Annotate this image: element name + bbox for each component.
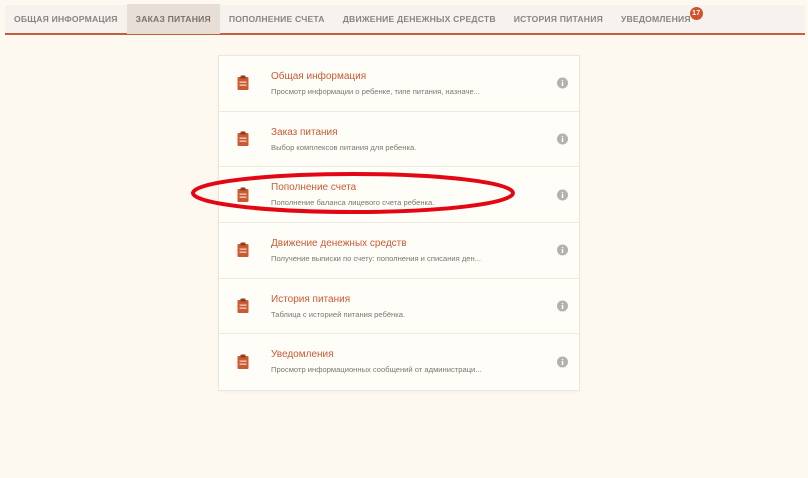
menu-item-title: Движение денежных средств (271, 238, 407, 250)
info-icon[interactable] (557, 77, 568, 89)
menu-item-title: Пополнение счета (271, 182, 357, 194)
menu-item-title: Уведомления (271, 349, 334, 361)
clipboard-icon (237, 298, 249, 314)
tab-bar: ОБЩАЯ ИНФОРМАЦИЯ ЗАКАЗ ПИТАНИЯ ПОПОЛНЕНИ… (5, 4, 805, 35)
menu-item-account-topup[interactable]: Пополнение счета Пополнение баланса лице… (219, 167, 579, 224)
tab-cash-flow[interactable]: ДВИЖЕНИЕ ДЕНЕЖНЫХ СРЕДСТВ (334, 4, 505, 34)
info-icon[interactable] (557, 189, 568, 201)
menu-item-description: Просмотр информации о ребенке, типе пита… (271, 87, 481, 96)
menu-item-title: Заказ питания (271, 126, 338, 138)
tab-account-topup[interactable]: ПОПОЛНЕНИЕ СЧЕТА (220, 4, 334, 34)
tab-food-order[interactable]: ЗАКАЗ ПИТАНИЯ (126, 4, 220, 34)
menu-item-description: Таблица с историей питания ребёнка. (271, 309, 406, 319)
menu-item-description: Получение выписки по счету: пополнения и… (271, 254, 482, 264)
tab-notifications-label: УВЕДОМЛЕНИЯ (620, 14, 691, 24)
menu-item-description: Выбор комплексов питания для ребенка. (271, 142, 417, 152)
clipboard-icon (237, 354, 249, 370)
menu-item-food-order[interactable]: Заказ питания Выбор комплексов питания д… (219, 111, 579, 168)
menu-item-cash-flow[interactable]: Движение денежных средств Получение выпи… (219, 223, 579, 279)
menu-item-text: Общая информация Просмотр информации о р… (271, 70, 539, 97)
clipboard-icon (237, 75, 249, 91)
tab-food-history[interactable]: ИСТОРИЯ ПИТАНИЯ (505, 4, 612, 34)
menu-item-title: История питания (271, 293, 351, 305)
section-menu: Общая информация Просмотр информации о р… (218, 55, 580, 392)
info-icon[interactable] (557, 244, 568, 256)
menu-item-text: История питания Таблица с историей питан… (271, 293, 539, 320)
info-icon[interactable] (557, 300, 568, 312)
tab-notifications[interactable]: УВЕДОМЛЕНИЯ 17 (612, 4, 705, 34)
notification-count-badge: 17 (689, 7, 703, 20)
menu-item-text: Движение денежных средств Получение выпи… (271, 237, 539, 264)
tab-general-info[interactable]: ОБЩАЯ ИНФОРМАЦИЯ (5, 4, 127, 34)
menu-item-notifications[interactable]: Уведомления Просмотр информационных сооб… (219, 334, 579, 391)
menu-item-food-history[interactable]: История питания Таблица с историей питан… (219, 278, 579, 335)
menu-item-title: Общая информация (271, 71, 367, 82)
menu-item-description: Пополнение баланса лицевого счета ребенк… (271, 198, 435, 208)
menu-item-text: Заказ питания Выбор комплексов питания д… (271, 126, 539, 153)
menu-item-description: Просмотр информационных сообщений от адм… (271, 365, 482, 375)
menu-item-text: Уведомления Просмотр информационных сооб… (271, 348, 539, 375)
menu-item-text: Пополнение счета Пополнение баланса лице… (271, 181, 539, 208)
clipboard-icon (237, 131, 249, 147)
clipboard-icon (237, 242, 249, 258)
clipboard-icon (237, 187, 249, 202)
info-icon[interactable] (557, 356, 568, 368)
info-icon[interactable] (557, 133, 568, 145)
menu-item-general-info[interactable]: Общая информация Просмотр информации о р… (219, 56, 579, 112)
page: ОБЩАЯ ИНФОРМАЦИЯ ЗАКАЗ ПИТАНИЯ ПОПОЛНЕНИ… (0, 0, 808, 478)
